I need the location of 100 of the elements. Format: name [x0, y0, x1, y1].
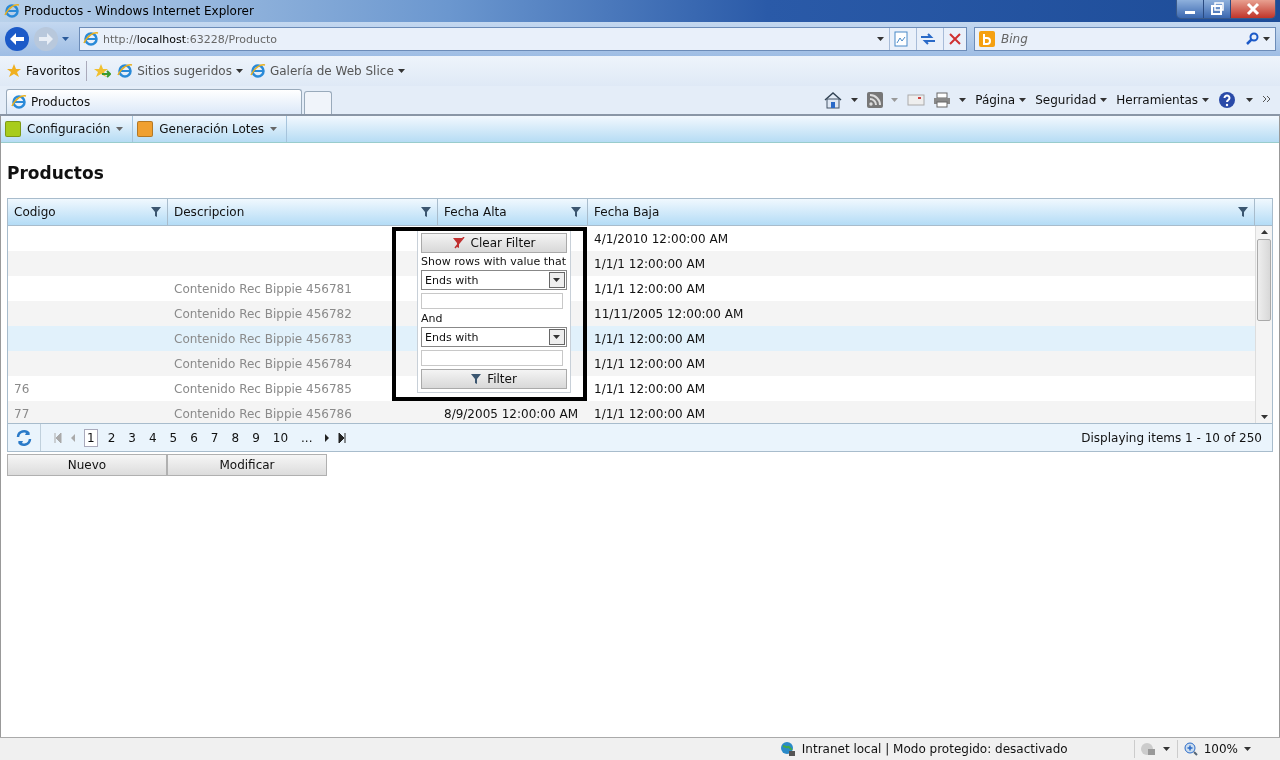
command-menu[interactable]: Seguridad [1035, 93, 1109, 107]
arrow-down-icon[interactable] [1260, 414, 1268, 419]
action-button[interactable]: Nuevo [7, 454, 167, 476]
column-header[interactable]: Fecha Baja [588, 199, 1255, 225]
caret-icon[interactable] [1263, 36, 1271, 42]
filter-icon [471, 374, 482, 384]
caret-icon [397, 68, 406, 74]
page-link[interactable]: 3 [125, 428, 139, 447]
operator-dropdown[interactable]: Ends with [421, 270, 567, 290]
favorites-button[interactable]: Favoritos [6, 63, 81, 79]
table-cell: Contenido Rec Bippie 456782 [174, 306, 352, 321]
restore-icon[interactable] [1204, 0, 1231, 18]
conjunction-label: And [421, 312, 444, 325]
last-page-icon[interactable] [337, 432, 346, 443]
action-button[interactable]: Modificar [167, 454, 327, 476]
favorites-link[interactable]: Sitios sugeridos [117, 63, 244, 79]
table-cell: 8/9/2005 12:00:00 AM [444, 406, 578, 421]
table-cell: 1/1/1 12:00:00 AM [594, 331, 706, 346]
network-globe-icon [779, 741, 796, 757]
table-cell: 77 [14, 406, 30, 421]
filter-icon[interactable] [151, 207, 161, 217]
clear-filter-icon [452, 237, 465, 249]
filter-icon[interactable] [421, 207, 431, 217]
chevron-icon[interactable] [1262, 95, 1272, 105]
page-link[interactable]: 6 [187, 428, 201, 447]
page-link[interactable]: 1 [84, 428, 98, 447]
arrow-up-icon[interactable] [1260, 230, 1268, 235]
star-icon [6, 63, 22, 79]
table-cell: Contenido Rec Bippie 456785 [174, 381, 352, 396]
table-cell: 76 [14, 381, 30, 396]
page-icon [117, 63, 134, 79]
pager-info: Displaying items 1 - 10 of 250 [1081, 430, 1262, 445]
address-field[interactable]: http://localhost:63228/Producto [79, 27, 967, 51]
printer-icon[interactable] [933, 92, 952, 108]
browser-icon [4, 3, 20, 19]
close-icon[interactable] [1231, 0, 1275, 18]
filter-button[interactable]: Filter [421, 369, 567, 389]
table-cell: 11/11/2005 12:00:00 AM [594, 306, 744, 321]
filter-icon[interactable] [571, 207, 581, 217]
page-link[interactable]: 4 [145, 428, 160, 447]
caret-icon [116, 126, 125, 132]
scroll-thumb[interactable] [1257, 239, 1271, 321]
search-box[interactable]: Bing [974, 27, 1276, 51]
page-icon [83, 31, 99, 47]
help-icon[interactable] [1218, 91, 1238, 109]
caret-icon [1202, 97, 1210, 103]
page-link[interactable]: 10 [269, 428, 292, 447]
command-menu[interactable]: Herramientas [1116, 93, 1210, 107]
column-header[interactable]: Descripcion [168, 199, 438, 225]
caret-icon [235, 68, 244, 74]
search-icon[interactable] [1245, 32, 1259, 46]
caret-icon[interactable] [959, 97, 968, 103]
add-favorite-icon[interactable] [93, 63, 112, 79]
command-menu[interactable]: Página [975, 93, 1028, 107]
filter-icon[interactable] [1238, 207, 1248, 217]
page-link[interactable]: 5 [166, 428, 181, 447]
url-text: http://localhost:63228/Producto [103, 32, 277, 46]
browser-tab[interactable]: Productos [6, 89, 302, 114]
clear-filter-button[interactable]: Clear Filter [421, 233, 567, 253]
table-cell: 1/1/1 12:00:00 AM [594, 281, 706, 296]
column-header[interactable]: Fecha Alta [438, 199, 588, 225]
column-header[interactable]: Codigo [8, 199, 168, 225]
filter-value-field[interactable] [421, 293, 563, 309]
menu-item[interactable]: Configuración [1, 116, 134, 142]
table-cell: 1/1/1 12:00:00 AM [594, 256, 706, 271]
table-cell: 1/1/1 12:00:00 AM [594, 356, 706, 371]
favorites-link[interactable]: Galería de Web Slice [249, 63, 406, 79]
caret-icon [553, 334, 561, 340]
table-cell: 1/1/1 12:00:00 AM [594, 406, 706, 421]
minimize-icon[interactable] [1177, 0, 1204, 18]
mail-icon[interactable] [907, 93, 926, 107]
back-icon[interactable] [4, 26, 30, 52]
page-link[interactable]: 2 [104, 428, 119, 447]
caret-icon[interactable] [1162, 746, 1171, 752]
feed-icon[interactable] [867, 92, 884, 108]
next-page-icon[interactable] [322, 432, 331, 443]
table-cell: 4/1/2010 12:00:00 AM [594, 231, 728, 246]
page-link[interactable]: 8 [228, 428, 243, 447]
filter-value-field[interactable] [421, 350, 563, 366]
caret-icon [270, 126, 279, 132]
table-cell: Contenido Rec Bippie 456781 [174, 281, 352, 296]
page-icon [249, 63, 266, 79]
table-cell: Contenido Rec Bippie 456784 [174, 356, 352, 371]
caret-icon[interactable] [877, 36, 885, 42]
filter-prompt: Show rows with value that [421, 255, 567, 268]
caret-icon[interactable] [1244, 746, 1252, 752]
zoom-level[interactable]: 100% [1203, 742, 1238, 756]
refresh-icon[interactable] [15, 428, 33, 447]
search-field[interactable]: Bing [999, 31, 1241, 47]
scrollbar[interactable] [1255, 226, 1272, 423]
caret-icon[interactable] [1246, 97, 1254, 103]
window-title: Productos - Windows Internet Explorer [24, 4, 254, 18]
page-link[interactable]: 9 [249, 428, 263, 447]
page-link[interactable]: ... [298, 428, 316, 447]
home-icon[interactable] [823, 91, 844, 109]
operator-dropdown[interactable]: Ends with [421, 327, 567, 347]
zoom-icon[interactable] [1183, 742, 1198, 756]
caret-icon[interactable] [851, 97, 860, 103]
menu-item[interactable]: Generación Lotes [133, 116, 288, 142]
page-link[interactable]: 7 [207, 428, 222, 447]
